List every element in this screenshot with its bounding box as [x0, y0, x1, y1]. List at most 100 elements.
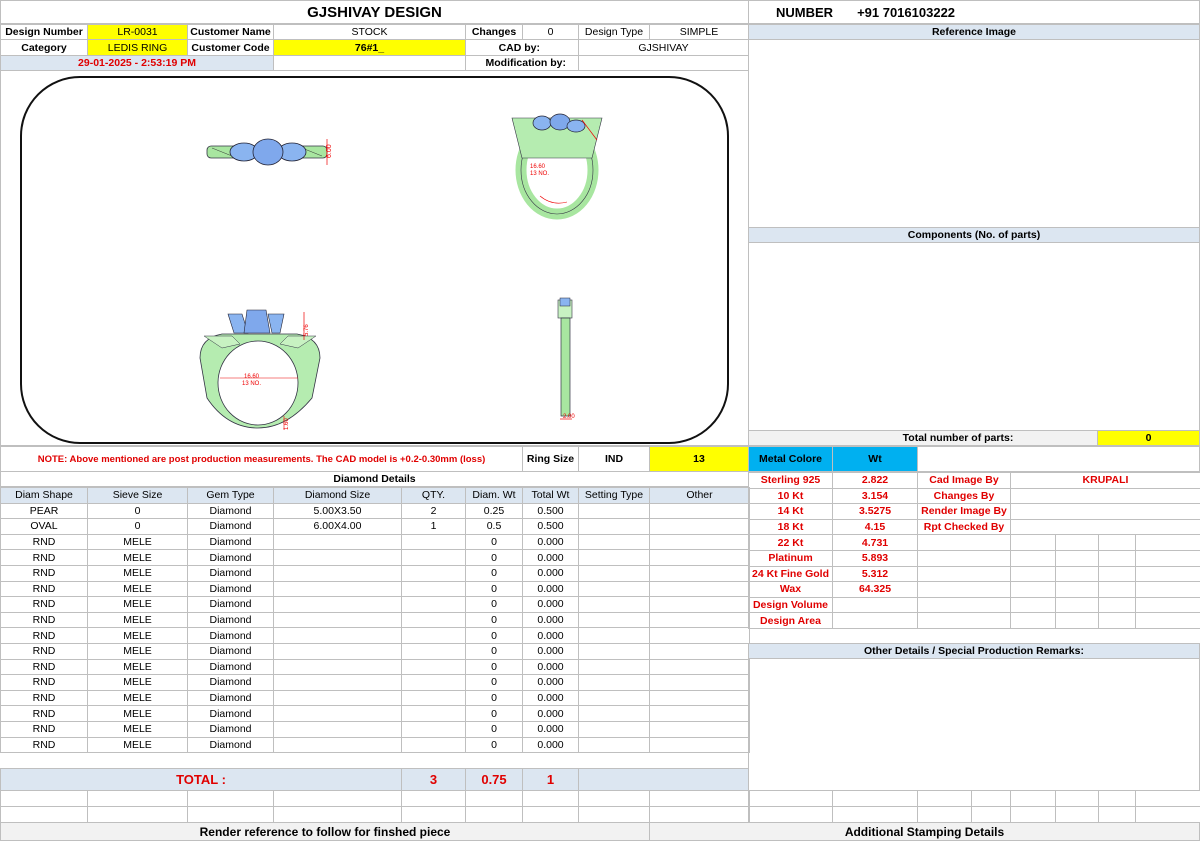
dim-top-label: 6.00	[326, 144, 333, 158]
diamond-table-cell: RND	[0, 533, 88, 551]
metal-blank-cell	[1098, 550, 1136, 567]
diamond-table-cell	[401, 611, 466, 629]
metal-blank-cell	[1055, 612, 1099, 629]
diamond-table-cell	[401, 658, 466, 676]
diamond-table-cell: RND	[0, 565, 88, 582]
diamond-table-cell: Diamond	[187, 643, 274, 660]
dim-persp-label-2: 13 NO.	[530, 171, 549, 177]
diamond-table-cell: RND	[0, 596, 88, 613]
blank-cell	[465, 790, 523, 807]
diamond-table-cell: Diamond	[187, 674, 274, 691]
diamond-table-cell: MELE	[87, 549, 188, 566]
diamond-table-cell: 0.000	[522, 674, 579, 691]
blank-cell	[87, 806, 188, 823]
diamond-table-cell: 0.000	[522, 721, 579, 738]
changes-label: Changes	[465, 24, 523, 40]
metal-blank-cell	[1010, 596, 1056, 614]
total-blank	[578, 768, 749, 791]
customer-code-value: 76#1_	[273, 39, 466, 56]
diamond-table-cell: Diamond	[187, 533, 274, 551]
diamond-table-cell	[578, 689, 650, 707]
diamond-table-cell: Diamond	[187, 549, 274, 566]
diamond-table-cell	[578, 643, 650, 660]
metal-weight	[832, 596, 918, 614]
diamond-table-cell: RND	[0, 736, 88, 754]
diamond-table-cell: 0.000	[522, 580, 579, 598]
diamond-table-cell	[578, 502, 650, 520]
metal-blank-cell	[1098, 534, 1136, 551]
diamond-table-cell: RND	[0, 705, 88, 722]
diamond-table-cell: Diamond	[187, 658, 274, 676]
diamond-table-cell: MELE	[87, 736, 188, 754]
diamond-table-cell: Diamond	[187, 502, 274, 520]
metal-name: 10 Kt	[748, 487, 833, 505]
total-parts-label: Total number of parts:	[748, 430, 1098, 446]
credit-label: Render Image By	[917, 503, 1011, 520]
blank-cell	[917, 790, 972, 807]
diamond-table-cell	[649, 502, 750, 520]
diamond-header-cell: Total Wt	[522, 487, 579, 504]
metal-blank-cell	[1055, 565, 1099, 583]
total-parts-value: 0	[1097, 430, 1200, 446]
diamond-header-cell: Setting Type	[578, 487, 650, 504]
diamond-table-cell: MELE	[87, 674, 188, 691]
company-title: GJSHIVAY DESIGN	[0, 0, 749, 24]
ring-perspective-view: 16.60 13 NO.	[511, 113, 603, 220]
modification-label: Modification by:	[465, 55, 579, 71]
diamond-table-cell	[649, 533, 750, 551]
blank-cell	[1135, 806, 1200, 823]
diamond-table-cell: RND	[0, 689, 88, 707]
metal-blank-cell	[1055, 596, 1099, 614]
diamond-table-cell: 0.000	[522, 596, 579, 613]
diamond-table-cell	[273, 658, 402, 676]
metal-blank-cell	[1010, 550, 1056, 567]
diamond-table-cell	[273, 533, 402, 551]
metal-weight: 4.731	[832, 534, 918, 551]
ring-side-view: 2.00	[557, 297, 575, 420]
blank-cell	[748, 806, 833, 823]
blank-cell	[401, 806, 466, 823]
metal-name: Design Area	[748, 612, 833, 629]
diamond-table-cell	[649, 736, 750, 754]
credit-value	[1010, 503, 1200, 520]
diamond-table-cell: RND	[0, 580, 88, 598]
blank-cell	[1010, 806, 1056, 823]
total-wt: 1	[522, 768, 579, 791]
diamond-table-cell: Diamond	[187, 721, 274, 738]
category-label: Category	[0, 39, 88, 56]
render-reference: Render reference to follow for finshed p…	[0, 822, 650, 841]
metal-weight: 3.154	[832, 487, 918, 505]
diamond-details-title: Diamond Details	[0, 471, 749, 487]
diamond-table-cell	[578, 533, 650, 551]
diamond-table-cell: RND	[0, 611, 88, 629]
metal-weight: 64.325	[832, 581, 918, 598]
diamond-table-cell: 0	[465, 596, 523, 613]
metal-blank-cell	[917, 534, 1011, 551]
components-area	[748, 242, 1200, 431]
metal-name: Design Volume	[748, 596, 833, 614]
diamond-table-cell: Diamond	[187, 689, 274, 707]
blank-cell	[649, 806, 750, 823]
metal-blank-cell	[1098, 581, 1136, 598]
diamond-table-cell	[401, 565, 466, 582]
diamond-table-cell: 0	[465, 689, 523, 707]
blank-cell	[273, 790, 402, 807]
diamond-table-cell	[578, 580, 650, 598]
metal-name: 14 Kt	[748, 503, 833, 520]
diamond-table-cell	[578, 565, 650, 582]
diamond-table-cell	[273, 643, 402, 660]
metal-blank-cell	[1010, 534, 1056, 551]
blank-cell	[273, 55, 466, 71]
diamond-table-cell	[578, 736, 650, 754]
diamond-table-cell	[649, 674, 750, 691]
diamond-table-cell: RND	[0, 643, 88, 660]
diamond-table-cell	[578, 721, 650, 738]
diamond-table-cell: 0.500	[522, 502, 579, 520]
metal-blank-cell	[1010, 581, 1056, 598]
diamond-table-cell: MELE	[87, 565, 188, 582]
drawing-frame: 6.00 16.60 13 NO. 5.76 16.60 13 NO. 1.60…	[20, 76, 729, 444]
design-number-label: Design Number	[0, 24, 88, 40]
diamond-table-cell: MELE	[87, 627, 188, 644]
ring-size-standard: IND	[578, 446, 650, 472]
credit-label: Rpt Checked By	[917, 518, 1011, 536]
